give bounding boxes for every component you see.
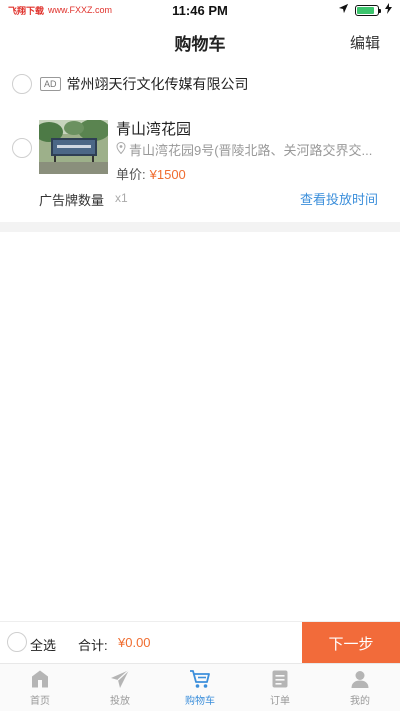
status-carrier: 飞翔下载 www.FXXZ.com xyxy=(8,4,112,17)
tab-profile[interactable]: 我的 xyxy=(320,664,400,711)
quantity-label: 广告牌数量 xyxy=(39,193,105,208)
quantity-value: x1 xyxy=(115,191,128,205)
send-icon xyxy=(109,668,131,690)
price-label: 单价: xyxy=(116,167,146,182)
battery-icon xyxy=(355,4,381,16)
cart-icon xyxy=(189,668,211,690)
status-right xyxy=(338,1,392,19)
select-all-radio[interactable] xyxy=(7,632,27,652)
carrier-text: 飞翔下载 xyxy=(8,5,45,16)
section-divider xyxy=(0,222,400,232)
location-pin-icon xyxy=(116,141,126,157)
tab-home-label: 首页 xyxy=(30,696,50,707)
item-title: 青山湾花园 xyxy=(116,121,192,138)
checkout-bar: 全选 合计: ¥0.00 下一步 xyxy=(0,621,400,664)
next-step-button[interactable]: 下一步 xyxy=(302,622,400,664)
tab-deliver-label: 投放 xyxy=(110,696,130,707)
total-value: ¥0.00 xyxy=(118,635,151,650)
tab-profile-label: 我的 xyxy=(350,696,370,707)
battery-fill xyxy=(357,6,374,14)
nav-bar: 购物车 编辑 xyxy=(0,20,400,64)
tab-orders[interactable]: 订单 xyxy=(240,664,320,711)
view-schedule-link[interactable]: 查看投放时间 xyxy=(300,189,378,208)
tab-bar: 首页 投放 购物车 订单 我的 xyxy=(0,663,400,711)
ad-badge: AD xyxy=(40,77,61,91)
tab-orders-label: 订单 xyxy=(270,696,290,707)
shop-header: AD 常州翊天行文化传媒有限公司 xyxy=(0,64,400,104)
cart-item: 青山湾花园 青山湾花园9号(晋陵北路、关河路交界交... 单价: ¥1500 广告… xyxy=(0,110,400,220)
tab-home[interactable]: 首页 xyxy=(0,664,80,711)
carrier-site: www.FXXZ.com xyxy=(48,5,113,15)
select-all-label[interactable]: 全选 xyxy=(30,635,56,654)
charging-icon xyxy=(385,1,392,19)
tab-cart[interactable]: 购物车 xyxy=(160,664,240,711)
status-bar: 飞翔下载 www.FXXZ.com 11:46 PM xyxy=(0,0,400,20)
item-address: 青山湾花园9号(晋陵北路、关河路交界交... xyxy=(116,140,378,159)
shop-name: 常州翊天行文化传媒有限公司 xyxy=(66,76,249,92)
price-value: ¥1500 xyxy=(149,167,186,182)
item-thumbnail[interactable] xyxy=(39,120,108,174)
item-select-radio[interactable] xyxy=(12,138,32,158)
profile-icon xyxy=(349,668,371,690)
order-icon xyxy=(269,668,291,690)
total-label: 合计: xyxy=(78,638,108,653)
location-icon xyxy=(338,1,349,19)
tab-deliver[interactable]: 投放 xyxy=(80,664,160,711)
page-title: 购物车 xyxy=(174,34,226,54)
home-icon xyxy=(29,668,51,690)
item-address-text: 青山湾花园9号(晋陵北路、关河路交界交... xyxy=(129,143,373,158)
edit-button[interactable]: 编辑 xyxy=(350,32,380,53)
shop-select-radio[interactable] xyxy=(12,74,32,94)
item-price-row: 单价: ¥1500 xyxy=(116,164,186,183)
tab-cart-label: 购物车 xyxy=(185,696,215,707)
